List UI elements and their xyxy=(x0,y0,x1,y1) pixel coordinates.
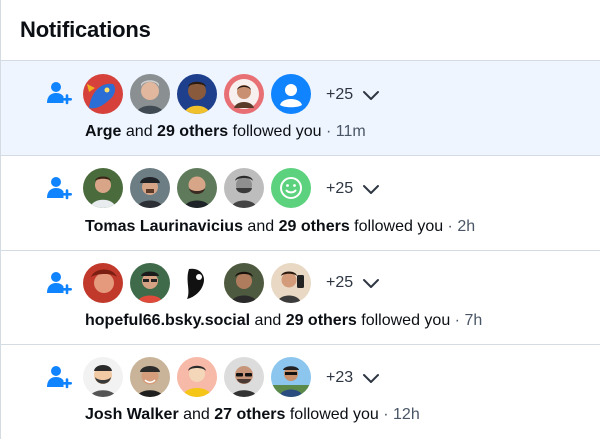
avatar-cartoon-beard[interactable] xyxy=(83,357,123,397)
notifications-header: Notifications xyxy=(0,0,600,61)
chevron-down-icon xyxy=(363,279,380,288)
avatar-yellow-hoodie[interactable] xyxy=(177,357,217,397)
avatar-green-smiley[interactable] xyxy=(271,168,311,208)
actor-name[interactable]: Josh Walker xyxy=(85,406,179,423)
actor-name[interactable]: Arge xyxy=(85,123,121,140)
person-add-icon xyxy=(47,366,72,389)
avatar-bald-beard[interactable] xyxy=(177,168,217,208)
notification-text: Tomas Laurinavicius and 29 others follow… xyxy=(85,218,476,235)
avatar-selfie-man[interactable] xyxy=(271,263,311,303)
notification-item[interactable]: +23 Josh Walker and 27 others followed y… xyxy=(0,345,600,439)
avatar-smiling-man[interactable] xyxy=(83,168,123,208)
avatar-cartoon-man[interactable] xyxy=(177,74,217,114)
avatar-glasses-man[interactable] xyxy=(130,263,170,303)
person-add-icon xyxy=(47,272,72,295)
notification-text: Arge and 29 others followed you · 11m xyxy=(85,123,366,140)
others-count[interactable]: 29 others xyxy=(157,123,228,140)
page-title: Notifications xyxy=(20,17,151,42)
avatar-sunglasses-bald[interactable] xyxy=(224,357,264,397)
notification-text: hopeful66.bsky.social and 29 others foll… xyxy=(85,312,483,329)
avatar-bw-man[interactable] xyxy=(224,168,264,208)
more-count: +25 xyxy=(326,86,354,103)
avatar-red-frame-man[interactable] xyxy=(224,74,264,114)
timestamp: 2h xyxy=(457,218,476,235)
notification-item[interactable]: +25 hopeful66.bsky.social and 29 others … xyxy=(0,251,600,345)
more-count: +23 xyxy=(326,369,354,386)
timestamp: 7h xyxy=(464,312,483,329)
avatar-grey-man[interactable] xyxy=(130,74,170,114)
person-add-icon xyxy=(47,177,72,200)
expand-followers-button[interactable]: +23 xyxy=(326,368,381,388)
avatar-outdoor-man[interactable] xyxy=(271,357,311,397)
chevron-down-icon xyxy=(363,91,380,100)
avatar-dark-man[interactable] xyxy=(224,263,264,303)
avatar-cap-man[interactable] xyxy=(130,168,170,208)
chevron-down-icon xyxy=(363,374,380,383)
actor-name[interactable]: Tomas Laurinavicius xyxy=(85,218,243,235)
avatar-red-woman[interactable] xyxy=(83,263,123,303)
expand-followers-button[interactable]: +25 xyxy=(326,179,381,199)
avatar-cap-smile[interactable] xyxy=(130,357,170,397)
more-count: +25 xyxy=(326,274,354,291)
person-add-icon xyxy=(47,82,72,105)
more-count: +25 xyxy=(326,180,354,197)
notification-item[interactable]: +25 Tomas Laurinavicius and 29 others fo… xyxy=(0,156,600,251)
others-count[interactable]: 27 others xyxy=(214,406,285,423)
actor-name[interactable]: hopeful66.bsky.social xyxy=(85,312,250,329)
avatar-blue-dragon[interactable] xyxy=(83,74,123,114)
notification-text: Josh Walker and 27 others followed you ·… xyxy=(85,406,420,423)
others-count[interactable]: 29 others xyxy=(286,312,357,329)
expand-followers-button[interactable]: +25 xyxy=(326,85,381,105)
avatar-default-blue[interactable] xyxy=(271,74,311,114)
others-count[interactable]: 29 others xyxy=(279,218,350,235)
timestamp: 12h xyxy=(393,406,420,423)
expand-followers-button[interactable]: +25 xyxy=(326,273,381,293)
chevron-down-icon xyxy=(363,185,380,194)
notification-item[interactable]: +25 Arge and 29 others followed you · 11… xyxy=(0,61,600,156)
avatar-bw-figure[interactable] xyxy=(177,263,217,303)
timestamp: 11m xyxy=(335,123,366,140)
